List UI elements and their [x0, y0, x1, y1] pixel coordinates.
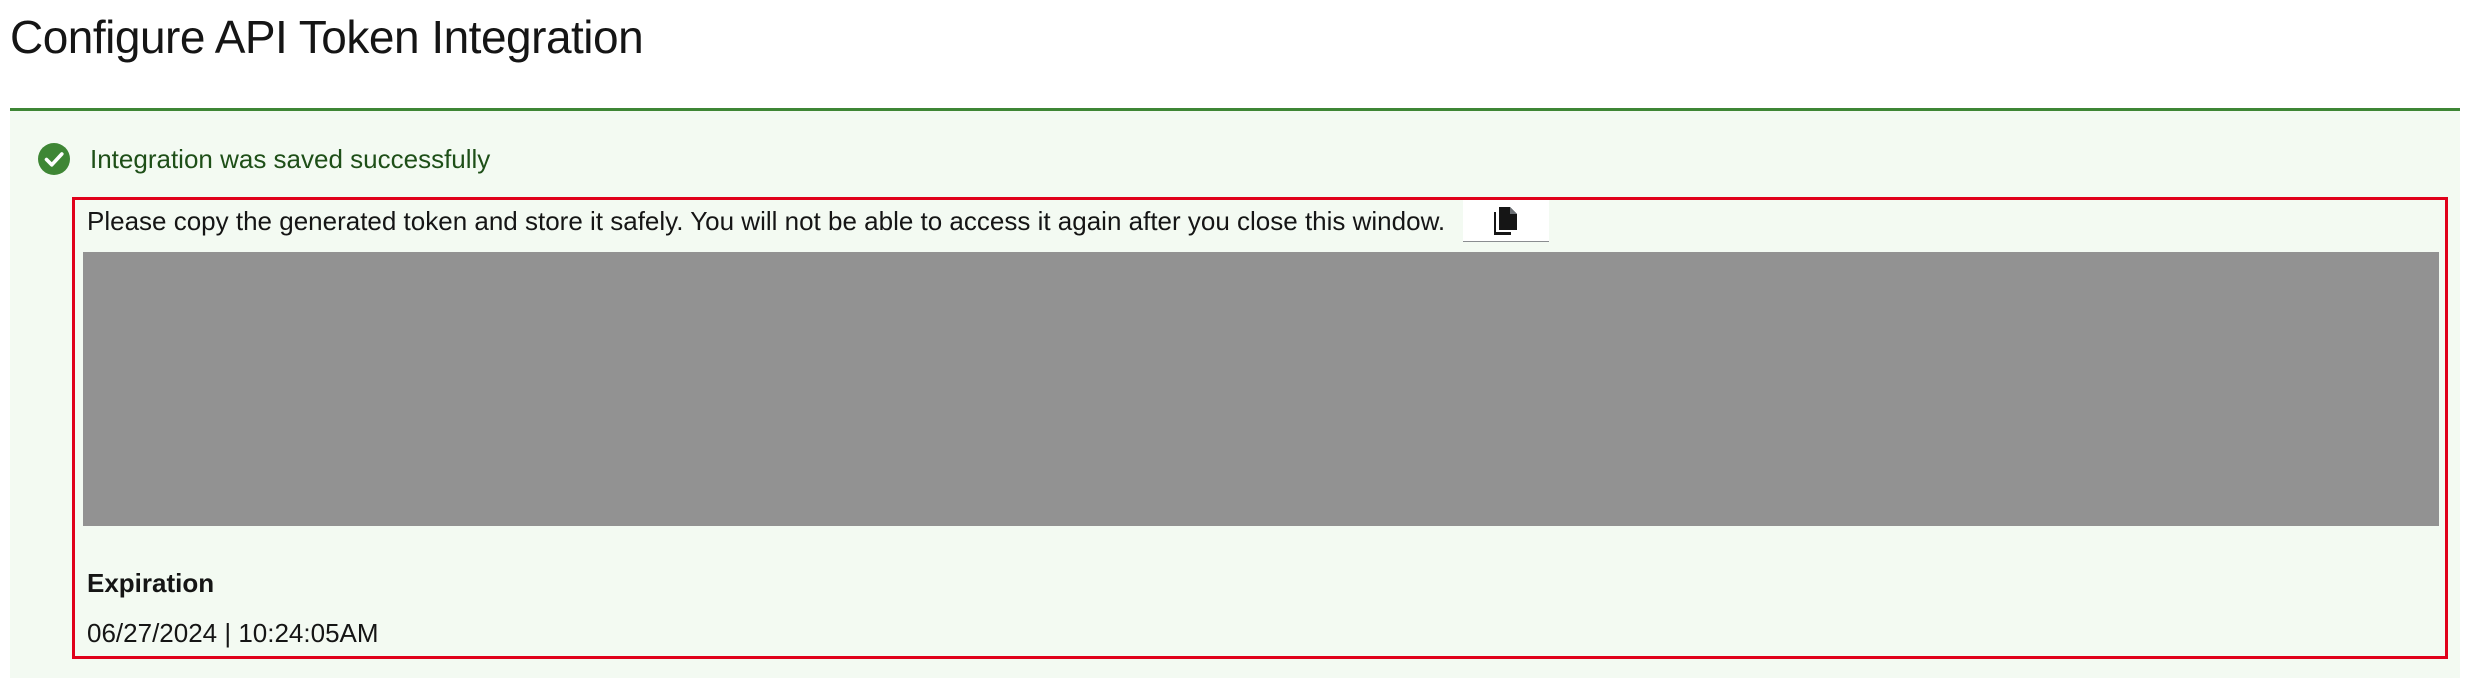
redacted-token-area [83, 252, 2439, 526]
token-message-row: Please copy the generated token and stor… [87, 200, 1550, 242]
alert-title: Integration was saved successfully [90, 143, 491, 174]
page: Configure API Token Integration Integrat… [0, 0, 2468, 696]
token-panel: Please copy the generated token and stor… [72, 197, 2448, 659]
copy-icon [1492, 205, 1520, 237]
expiration-label: Expiration [87, 568, 215, 598]
alert-header: Integration was saved successfully [38, 143, 490, 175]
expiration-value: 06/27/2024 | 10:24:05AM [87, 618, 379, 648]
copy-token-button[interactable] [1463, 200, 1550, 242]
page-title: Configure API Token Integration [10, 11, 644, 63]
success-alert: Integration was saved successfully Pleas… [10, 108, 2460, 678]
check-circle-icon [38, 143, 70, 175]
token-message: Please copy the generated token and stor… [87, 205, 1446, 236]
